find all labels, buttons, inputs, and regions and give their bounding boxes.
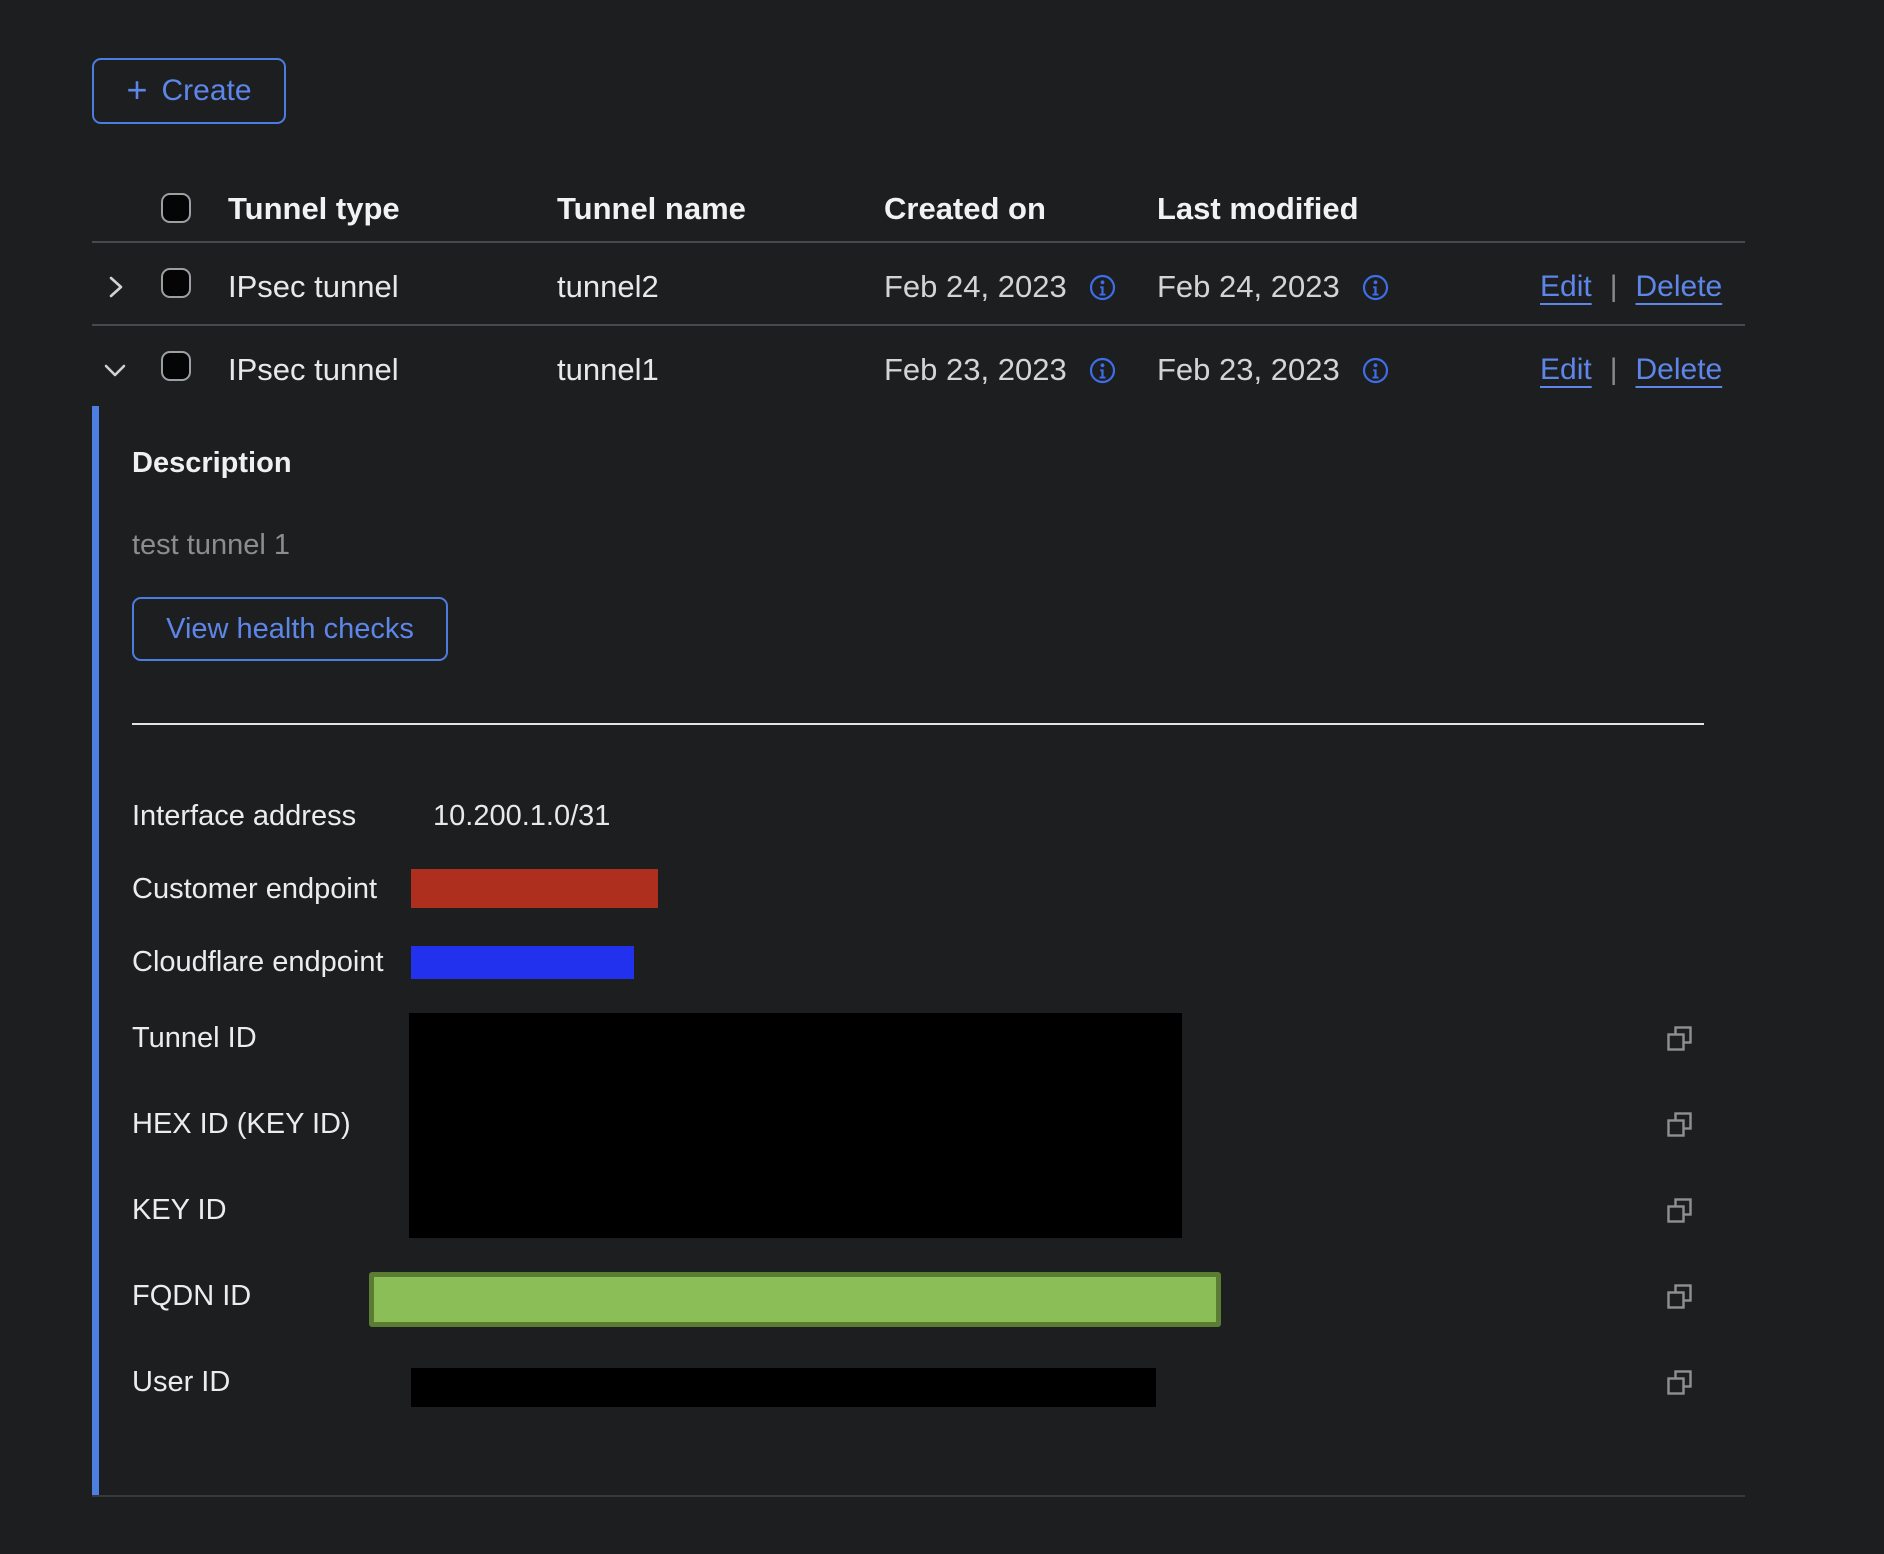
select-all-checkbox[interactable] bbox=[161, 193, 191, 223]
panel-bottom-divider bbox=[92, 1495, 1745, 1497]
tunnel-id-label: Tunnel ID bbox=[132, 1021, 257, 1055]
interface-address-value: 10.200.1.0/31 bbox=[433, 799, 610, 833]
fqdn-id-label: FQDN ID bbox=[132, 1279, 251, 1313]
copy-icon bbox=[1666, 1369, 1694, 1397]
edit-link[interactable]: Edit bbox=[1540, 353, 1592, 387]
delete-link[interactable]: Delete bbox=[1636, 353, 1723, 387]
create-button-label: Create bbox=[161, 74, 251, 108]
panel-accent-bar bbox=[92, 406, 99, 1495]
info-icon[interactable] bbox=[1362, 357, 1389, 384]
cell-created-on: Feb 23, 2023 bbox=[884, 354, 1067, 386]
view-health-checks-label: View health checks bbox=[166, 613, 414, 646]
description-heading: Description bbox=[132, 446, 292, 480]
info-icon[interactable] bbox=[1089, 274, 1116, 301]
redacted-fqdn-id-value bbox=[369, 1272, 1221, 1327]
create-button[interactable]: + Create bbox=[92, 58, 286, 124]
info-icon[interactable] bbox=[1089, 357, 1116, 384]
plus-icon: + bbox=[126, 72, 147, 108]
cell-tunnel-name: tunnel1 bbox=[557, 354, 659, 386]
copy-user-id-button[interactable] bbox=[1666, 1369, 1694, 1397]
info-icon[interactable] bbox=[1362, 274, 1389, 301]
row-divider bbox=[92, 324, 1745, 326]
cell-last-modified: Feb 23, 2023 bbox=[1157, 354, 1340, 386]
interface-address-label: Interface address bbox=[132, 799, 356, 833]
copy-hex-id-button[interactable] bbox=[1666, 1111, 1694, 1139]
copy-icon bbox=[1666, 1025, 1694, 1053]
actions-separator: | bbox=[1610, 270, 1618, 304]
edit-link[interactable]: Edit bbox=[1540, 270, 1592, 304]
description-text: test tunnel 1 bbox=[132, 528, 290, 562]
column-header-tunnel-type: Tunnel type bbox=[228, 193, 400, 225]
user-id-label: User ID bbox=[132, 1365, 230, 1399]
copy-icon bbox=[1666, 1197, 1694, 1225]
cloudflare-endpoint-label: Cloudflare endpoint bbox=[132, 945, 384, 979]
view-health-checks-button[interactable]: View health checks bbox=[132, 597, 448, 661]
actions-separator: | bbox=[1610, 353, 1618, 387]
copy-key-id-button[interactable] bbox=[1666, 1197, 1694, 1225]
hex-id-label: HEX ID (KEY ID) bbox=[132, 1107, 351, 1141]
column-header-last-modified: Last modified bbox=[1157, 193, 1359, 225]
row-checkbox[interactable] bbox=[161, 268, 191, 298]
customer-endpoint-label: Customer endpoint bbox=[132, 872, 377, 906]
redacted-user-id-value bbox=[411, 1368, 1156, 1407]
tunnels-page: + Create Tunnel type Tunnel name Created… bbox=[0, 0, 1884, 1554]
cell-last-modified: Feb 24, 2023 bbox=[1157, 271, 1340, 303]
cell-tunnel-type: IPsec tunnel bbox=[228, 354, 399, 386]
chevron-down-icon bbox=[102, 358, 128, 384]
copy-icon bbox=[1666, 1283, 1694, 1311]
copy-tunnel-id-button[interactable] bbox=[1666, 1025, 1694, 1053]
row-checkbox[interactable] bbox=[161, 351, 191, 381]
section-divider bbox=[132, 723, 1704, 725]
cell-tunnel-name: tunnel2 bbox=[557, 271, 659, 303]
column-header-tunnel-name: Tunnel name bbox=[557, 193, 746, 225]
key-id-label: KEY ID bbox=[132, 1193, 227, 1227]
chevron-right-icon bbox=[104, 274, 130, 300]
expand-row-button[interactable] bbox=[104, 274, 130, 300]
delete-link[interactable]: Delete bbox=[1636, 270, 1723, 304]
copy-icon bbox=[1666, 1111, 1694, 1139]
copy-fqdn-id-button[interactable] bbox=[1666, 1283, 1694, 1311]
header-divider bbox=[92, 241, 1745, 243]
redacted-ids-value bbox=[409, 1013, 1182, 1238]
cell-created-on: Feb 24, 2023 bbox=[884, 271, 1067, 303]
collapse-row-button[interactable] bbox=[102, 358, 128, 384]
column-header-created-on: Created on bbox=[884, 193, 1046, 225]
cell-tunnel-type: IPsec tunnel bbox=[228, 271, 399, 303]
redacted-cloudflare-endpoint-value bbox=[411, 946, 634, 979]
redacted-customer-endpoint-value bbox=[411, 869, 658, 908]
